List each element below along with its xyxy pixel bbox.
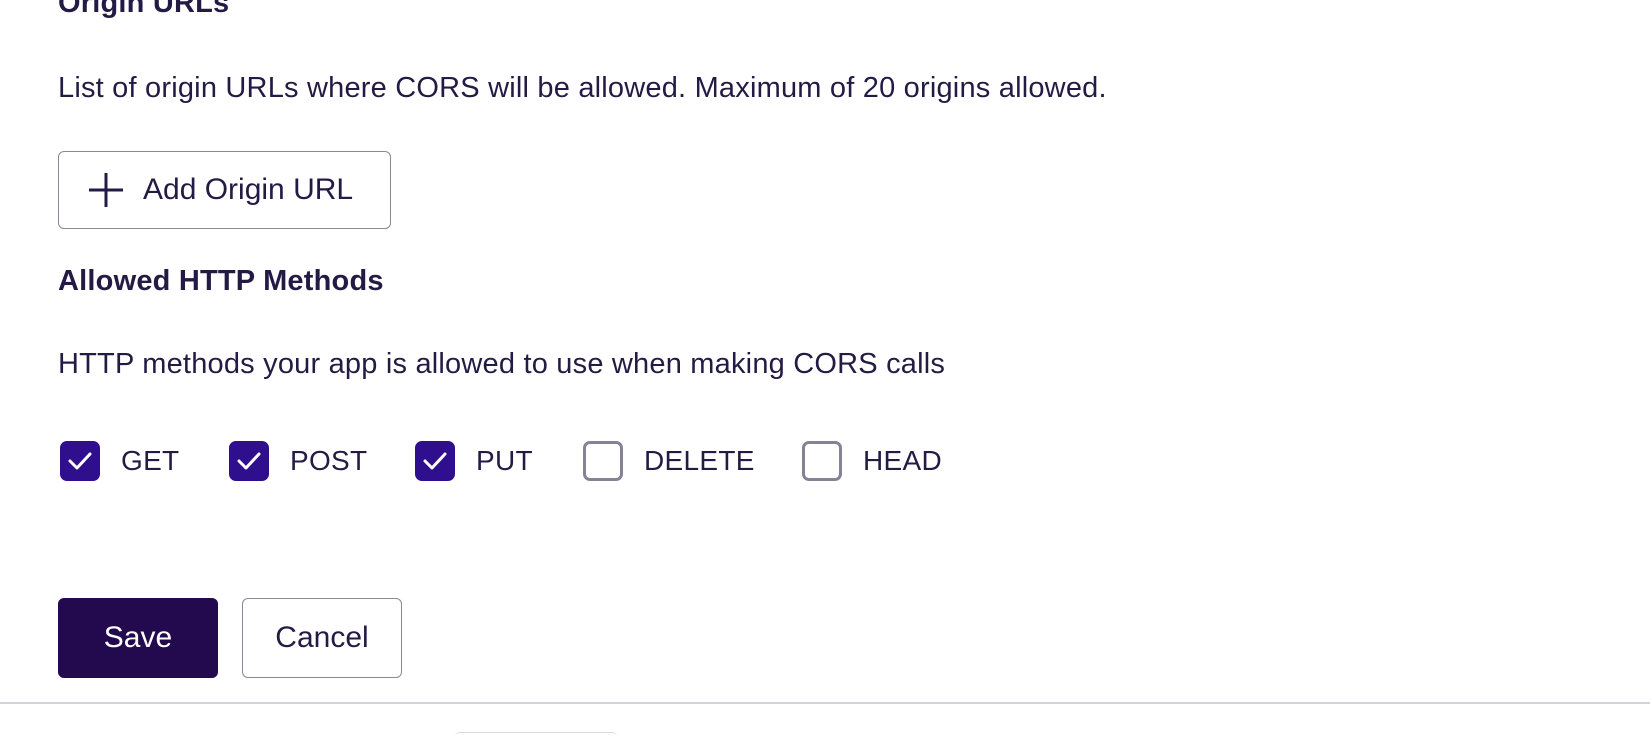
add-origin-url-button[interactable]: Add Origin URL xyxy=(58,151,391,229)
method-label: DELETE xyxy=(644,445,755,476)
method-get-checkbox[interactable]: GET xyxy=(60,440,179,482)
method-label: HEAD xyxy=(863,445,942,476)
save-button[interactable]: Save xyxy=(58,598,218,678)
plus-icon xyxy=(89,173,123,207)
cors-settings-page: Origin URLs List of origin URLs where CO… xyxy=(0,0,1650,736)
checkbox-box[interactable] xyxy=(583,441,623,481)
partial-tab-edge xyxy=(455,732,617,736)
checkbox-box[interactable] xyxy=(60,441,100,481)
checkbox-box[interactable] xyxy=(802,441,842,481)
add-origin-url-label: Add Origin URL xyxy=(143,173,354,206)
method-label: PUT xyxy=(476,445,533,476)
checkbox-box[interactable] xyxy=(415,441,455,481)
method-head-checkbox[interactable]: HEAD xyxy=(802,440,942,482)
method-delete-checkbox[interactable]: DELETE xyxy=(583,440,755,482)
origin-urls-description: List of origin URLs where CORS will be a… xyxy=(58,72,1107,104)
method-post-checkbox[interactable]: POST xyxy=(229,440,367,482)
method-label: POST xyxy=(290,445,368,476)
origin-urls-heading: Origin URLs xyxy=(58,0,230,19)
cancel-button[interactable]: Cancel xyxy=(242,598,402,678)
method-put-checkbox[interactable]: PUT xyxy=(415,440,533,482)
footer-divider xyxy=(0,702,1650,704)
checkmark-icon xyxy=(423,452,447,470)
method-label: GET xyxy=(121,445,180,476)
checkmark-icon xyxy=(237,452,261,470)
allowed-http-methods-description: HTTP methods your app is allowed to use … xyxy=(58,348,946,380)
checkbox-box[interactable] xyxy=(229,441,269,481)
checkmark-icon xyxy=(68,452,92,470)
allowed-http-methods-heading: Allowed HTTP Methods xyxy=(58,265,384,297)
